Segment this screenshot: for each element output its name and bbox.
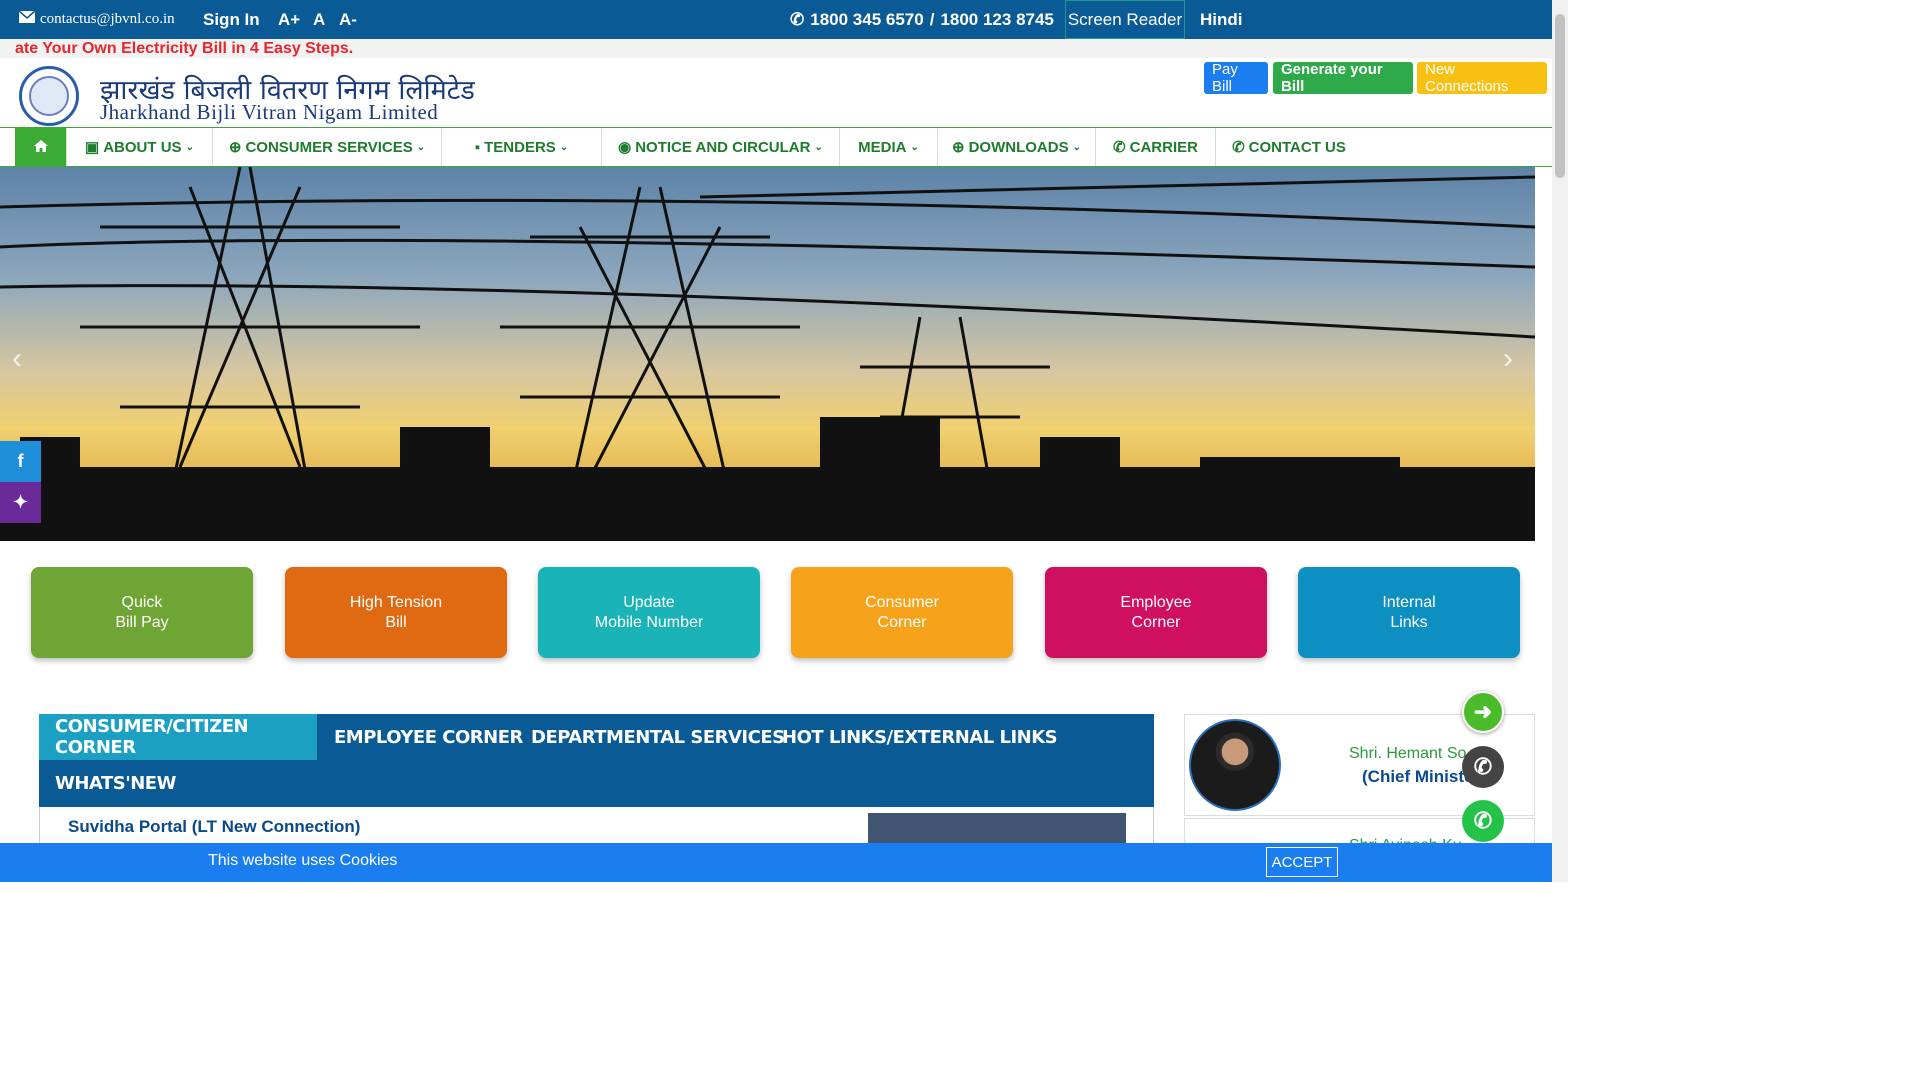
font-increase-button[interactable]: A+ (278, 10, 300, 30)
nav-notice-circular-label: NOTICE AND CIRCULAR (635, 138, 811, 156)
phone-icon: ✆ (790, 10, 805, 29)
nav-tenders[interactable]: ▪ TENDERS ⌄ (442, 128, 602, 166)
nav-about-us[interactable]: ▣ ABOUT US ⌄ (67, 128, 213, 166)
quick-link-tile[interactable]: Employee Corner (1045, 567, 1267, 658)
user-circle-icon: ◉ (618, 139, 632, 156)
tab-hot-links[interactable]: HOT LINKS/EXTERNAL LINKS (766, 714, 1073, 760)
nav-contact-us[interactable]: ✆ CONTACT US (1216, 128, 1362, 166)
tab-content: Suvidha Portal (LT New Connection) (39, 807, 1154, 847)
quick-link-tile[interactable]: Quick Bill Pay (31, 567, 253, 658)
helpline-number-2[interactable]: 1800 123 8745 (940, 10, 1053, 30)
home-icon (33, 139, 48, 156)
main-navigation: ▣ ABOUT US ⌄ ⊕ CONSUMER SERVICES ⌄ ▪ TEN… (0, 127, 1552, 167)
phone-separator: / (929, 10, 935, 29)
nav-carrier-label: CARRIER (1129, 138, 1198, 156)
whatsapp-icon[interactable]: ✆ (1462, 800, 1504, 842)
pay-bill-button[interactable]: Pay Bill (1204, 61, 1268, 95)
generate-bill-button[interactable]: Generate your Bill (1273, 61, 1413, 95)
language-hindi-link[interactable]: Hindi (1200, 10, 1243, 30)
top-bar: contactus@jbvnl.co.in Sign In A+ A A- ✆ … (0, 0, 1552, 39)
accept-cookies-button[interactable]: ACCEPT (1266, 847, 1338, 877)
helpline-numbers: ✆ 1800 345 6570 / 1800 123 8745 (790, 10, 1054, 30)
chevron-down-icon: ⌄ (185, 141, 194, 153)
check-circle-icon: ⊕ (228, 139, 242, 156)
chevron-down-icon: ⌄ (814, 141, 823, 153)
helpline-number-1[interactable]: 1800 345 6570 (810, 10, 923, 30)
brand-name-english: Jharkhand Bijli Vitran Nigam Limited (100, 100, 439, 124)
tab-consumer-citizen-corner[interactable]: CONSUMER/CITIZEN CORNER (39, 714, 317, 760)
new-connections-button[interactable]: New Connections (1417, 61, 1547, 95)
cookie-message: This website uses Cookies (208, 852, 398, 869)
chevron-down-icon: ⌄ (559, 141, 569, 153)
ticker-text[interactable]: ate Your Own Electricity Bill in 4 Easy … (15, 40, 353, 58)
nav-tenders-label: TENDERS (484, 138, 556, 156)
phone-icon: ✆ (1232, 139, 1245, 156)
nav-carrier[interactable]: ✆ CARRIER (1096, 128, 1216, 166)
page-scrollbar[interactable] (1552, 0, 1568, 882)
back-arrow-icon[interactable]: ➜ (1462, 691, 1504, 733)
quick-link-tile[interactable]: High Tension Bill (285, 567, 507, 658)
suvidha-portal-link[interactable]: Suvidha Portal (LT New Connection) (68, 817, 360, 837)
carousel-prev-icon[interactable]: ‹ (12, 342, 22, 376)
quick-link-tile[interactable]: Update Mobile Number (538, 567, 760, 658)
tab-departmental-services[interactable]: DEPARTMENTAL SERVICES (515, 714, 801, 760)
carousel-next-icon[interactable]: › (1503, 342, 1513, 376)
screen-reader-button[interactable]: Screen Reader (1065, 0, 1185, 39)
avatar (1189, 719, 1281, 811)
chevron-down-icon: ⌄ (1072, 141, 1081, 153)
site-header: झारखंड बिजली वितरण निगम लिमिटेड Jharkhan… (0, 58, 1552, 128)
info-tabs: CONSUMER/CITIZEN CORNER EMPLOYEE CORNER … (39, 714, 1154, 807)
chevron-down-icon: ⌄ (910, 141, 919, 153)
phone-icon: ✆ (1113, 139, 1126, 156)
nav-contact-us-label: CONTACT US (1248, 138, 1346, 156)
jbvnl-logo[interactable] (19, 66, 79, 126)
official-name: Shri. Hemant So (1349, 745, 1467, 762)
note-icon: ▪ (474, 138, 481, 156)
official-title: (Chief Ministe (1362, 767, 1474, 786)
hero-banner: ‹ › (0, 167, 1535, 541)
facebook-icon[interactable]: f (0, 441, 41, 482)
chevron-down-icon: ⌄ (416, 141, 426, 153)
video-panel (868, 813, 1126, 847)
tab-whats-new[interactable]: WHATS'NEW (39, 760, 192, 806)
cookie-banner: This website uses Cookies ACCEPT (0, 843, 1552, 882)
id-card-icon: ▣ (85, 139, 100, 156)
nav-notice-circular[interactable]: ◉ NOTICE AND CIRCULAR ⌄ (602, 128, 840, 166)
nav-home[interactable] (15, 128, 67, 166)
email-link[interactable]: contactus@jbvnl.co.in (18, 10, 175, 28)
tab-employee-corner[interactable]: EMPLOYEE CORNER (318, 714, 539, 760)
check-circle-icon: ⊕ (952, 139, 965, 156)
nav-media[interactable]: MEDIA ⌄ (840, 128, 938, 166)
phone-call-icon[interactable]: ✆ (1462, 746, 1504, 788)
nav-consumer-services[interactable]: ⊕ CONSUMER SERVICES ⌄ (213, 128, 442, 166)
power-towers-illustration (0, 167, 1535, 541)
sign-in-link[interactable]: Sign In (203, 10, 260, 30)
twitter-icon[interactable]: ✦ (0, 482, 41, 523)
font-normal-button[interactable]: A (313, 10, 325, 30)
envelope-icon (18, 10, 36, 28)
nav-about-us-label: ABOUT US (103, 138, 182, 156)
font-decrease-button[interactable]: A- (339, 10, 357, 30)
quick-link-tile[interactable]: Consumer Corner (791, 567, 1013, 658)
quick-link-tile[interactable]: Internal Links (1298, 567, 1520, 658)
nav-downloads[interactable]: ⊕ DOWNLOADS ⌄ (938, 128, 1096, 166)
nav-downloads-label: DOWNLOADS (968, 138, 1069, 156)
news-ticker: ate Your Own Electricity Bill in 4 Easy … (0, 39, 1552, 58)
nav-media-label: MEDIA (858, 138, 907, 156)
nav-consumer-services-label: CONSUMER SERVICES (245, 138, 413, 156)
email-text: contactus@jbvnl.co.in (40, 11, 175, 27)
